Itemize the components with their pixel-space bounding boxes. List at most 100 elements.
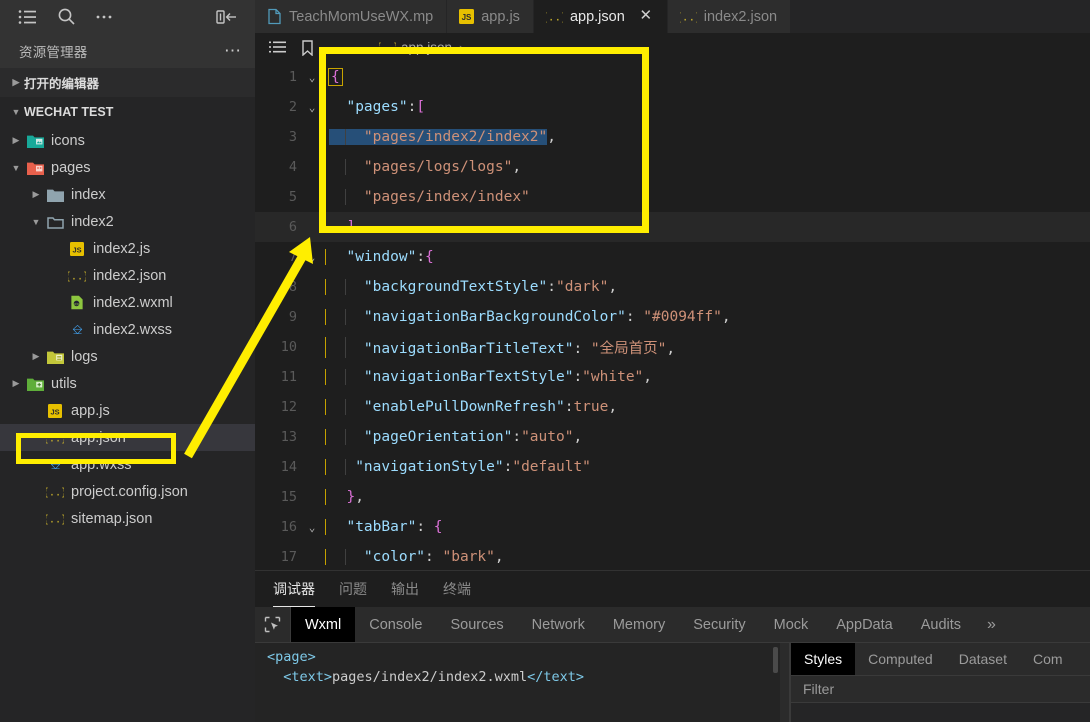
- tree-item-index2-json[interactable]: ▶ {..} index2.json: [0, 262, 255, 289]
- tree-item-index2-wxml[interactable]: ▶ <> index2.wxml: [0, 289, 255, 316]
- devtools-tab-console[interactable]: Console: [355, 607, 436, 642]
- tree-item-sitemap-json[interactable]: ▶ {..} sitemap.json: [0, 505, 255, 532]
- code-line[interactable]: 17 "color": "bark",: [255, 542, 1090, 570]
- tab-bar-empty-space: [791, 0, 1090, 33]
- fold-region-bar: [325, 429, 326, 445]
- tree-item-logs[interactable]: ▶ logs: [0, 343, 255, 370]
- tree-item-index2[interactable]: ▼ index2: [0, 208, 255, 235]
- tree-item-pages[interactable]: ▼ pages: [0, 154, 255, 181]
- code-token: ,: [547, 129, 556, 145]
- devtools-tab-more-icon[interactable]: »: [975, 607, 1008, 642]
- toggle-sidebar-icon[interactable]: [209, 0, 245, 33]
- more-icon[interactable]: [86, 0, 122, 33]
- wxml-tree[interactable]: <page> <text>pages/index2/index2.wxml</t…: [255, 643, 780, 722]
- section-label: 打开的编辑器: [24, 77, 100, 91]
- editor-tab-active[interactable]: {..} app.json ✕: [533, 0, 668, 33]
- more-icon[interactable]: ⋯: [224, 42, 241, 59]
- tree-item-utils[interactable]: ▶ utils: [0, 370, 255, 397]
- line-number: 4: [288, 159, 297, 175]
- indent-guide: [345, 399, 346, 415]
- wxml-tree-line[interactable]: <page>: [267, 649, 780, 669]
- devtools-tab-sources[interactable]: Sources: [436, 607, 517, 642]
- styles-filter-input[interactable]: Filter: [791, 675, 1090, 703]
- chevron-down-icon[interactable]: ⌄: [301, 71, 323, 84]
- code-line-text: "color": "bark",: [323, 549, 504, 565]
- svg-text:<>: <>: [74, 302, 80, 307]
- devtools-tab-memory[interactable]: Memory: [599, 607, 679, 642]
- tree-item-app-wxss[interactable]: ▶ ⎒ app.wxss: [0, 451, 255, 478]
- folder-pages-icon: [24, 161, 46, 175]
- breadcrumb-file[interactable]: {..} app.json: [376, 40, 452, 56]
- tree-item-icons[interactable]: ▶ icons: [0, 127, 255, 154]
- arrow-right-icon[interactable]: →: [351, 39, 377, 57]
- devtools-tab-audits[interactable]: Audits: [907, 607, 975, 642]
- tree-item-app-js[interactable]: ▶ JS app.js: [0, 397, 255, 424]
- tree-item-label: sitemap.json: [71, 510, 153, 527]
- code-line[interactable]: 3 "pages/index2/index2",: [255, 122, 1090, 152]
- section-wechat-test[interactable]: ▼ WECHAT TEST: [0, 97, 255, 126]
- code-line[interactable]: 4 "pages/logs/logs",: [255, 152, 1090, 182]
- json-file-icon: {..}: [376, 40, 399, 56]
- devtools-tab-appdata[interactable]: AppData: [822, 607, 906, 642]
- tree-item-app-json[interactable]: ▶ {..} app.json: [0, 424, 255, 451]
- indent-guide: [345, 159, 346, 175]
- json-file-icon: {..}: [546, 9, 563, 24]
- code-token: ,: [494, 549, 504, 565]
- devtools-tab-mock[interactable]: Mock: [760, 607, 823, 642]
- tree-item-index2-js[interactable]: ▶ JS index2.js: [0, 235, 255, 262]
- code-line[interactable]: 16 ⌄ "tabBar": {: [255, 512, 1090, 542]
- tree-item-index[interactable]: ▶ index: [0, 181, 255, 208]
- bookmark-icon[interactable]: [293, 39, 321, 56]
- code-line[interactable]: 2 ⌄ "pages":[: [255, 92, 1090, 122]
- devtools-tab-network[interactable]: Network: [518, 607, 599, 642]
- code-line[interactable]: 9 "navigationBarBackgroundColor": "#0094…: [255, 302, 1090, 332]
- code-editor[interactable]: 1 ⌄{2 ⌄ "pages":[3 "pages/index2/index2", 4…: [255, 62, 1090, 570]
- code-line[interactable]: 14 "navigationStyle":"default": [255, 452, 1090, 482]
- wxml-tree-line[interactable]: <text>pages/index2/index2.wxml</text>: [267, 669, 780, 689]
- section-open-editors[interactable]: ▶ 打开的编辑器: [0, 68, 255, 97]
- code-line[interactable]: 7 ⌄ "window":{: [255, 242, 1090, 272]
- chevron-down-icon[interactable]: ⌄: [301, 101, 323, 114]
- arrow-left-icon[interactable]: ←: [323, 39, 349, 57]
- code-line[interactable]: 6 ],: [255, 212, 1090, 242]
- code-line[interactable]: 8 "backgroundTextStyle":"dark",: [255, 272, 1090, 302]
- code-line[interactable]: 15 },: [255, 482, 1090, 512]
- code-line[interactable]: 1 ⌄ {: [255, 62, 1090, 92]
- wxml-tree-scrollbar[interactable]: [771, 643, 780, 722]
- panel-tab-debugger[interactable]: 调试器: [273, 571, 315, 607]
- chevron-right-icon: ▶: [12, 135, 20, 145]
- search-icon[interactable]: [48, 0, 84, 33]
- editor-tab[interactable]: JS app.js: [447, 0, 534, 33]
- panel-tab-problems[interactable]: 问题: [339, 571, 367, 607]
- fold-region-bar: [325, 279, 326, 295]
- styles-tab-com[interactable]: Com: [1020, 643, 1076, 675]
- styles-tab-dataset[interactable]: Dataset: [946, 643, 1020, 675]
- inspect-element-icon[interactable]: [255, 607, 291, 642]
- devtools-tab-wxml[interactable]: Wxml: [291, 607, 356, 642]
- styles-tab-styles[interactable]: Styles: [791, 643, 856, 675]
- spacer-icon: ▶: [50, 324, 66, 335]
- code-line[interactable]: 10 "navigationBarTitleText": "全局首页",: [255, 332, 1090, 362]
- panel-tab-terminal[interactable]: 终端: [443, 571, 471, 607]
- outline-list-icon[interactable]: [263, 41, 291, 54]
- fold-region-bar: [325, 399, 326, 415]
- menu-icon[interactable]: [10, 0, 46, 33]
- close-icon[interactable]: ✕: [638, 8, 654, 25]
- chevron-down-icon[interactable]: ⌄: [301, 521, 323, 534]
- svg-text:{..}: {..}: [68, 270, 86, 282]
- devtools-tab-security[interactable]: Security: [679, 607, 759, 642]
- editor-tab[interactable]: TeachMomUseWX.mp: [255, 0, 448, 33]
- code-line-text: "tabBar": {: [323, 519, 443, 535]
- code-line[interactable]: 13 "pageOrientation":"auto",: [255, 422, 1090, 452]
- code-token: ,: [643, 369, 653, 385]
- styles-tab-computed[interactable]: Computed: [855, 643, 946, 675]
- code-line[interactable]: 5 "pages/index/index": [255, 182, 1090, 212]
- code-line[interactable]: 12 "enablePullDownRefresh":true,: [255, 392, 1090, 422]
- tree-item-project-config-json[interactable]: ▶ {..} project.config.json: [0, 478, 255, 505]
- spacer-icon: ▶: [28, 459, 44, 470]
- tree-item-index2-wxss[interactable]: ▶ ⎒ index2.wxss: [0, 316, 255, 343]
- panel-tab-output[interactable]: 输出: [391, 571, 419, 607]
- chevron-down-icon[interactable]: ⌄: [301, 251, 323, 264]
- code-line[interactable]: 11 "navigationBarTextStyle":"white",: [255, 362, 1090, 392]
- editor-tab[interactable]: {..} index2.json: [667, 0, 792, 33]
